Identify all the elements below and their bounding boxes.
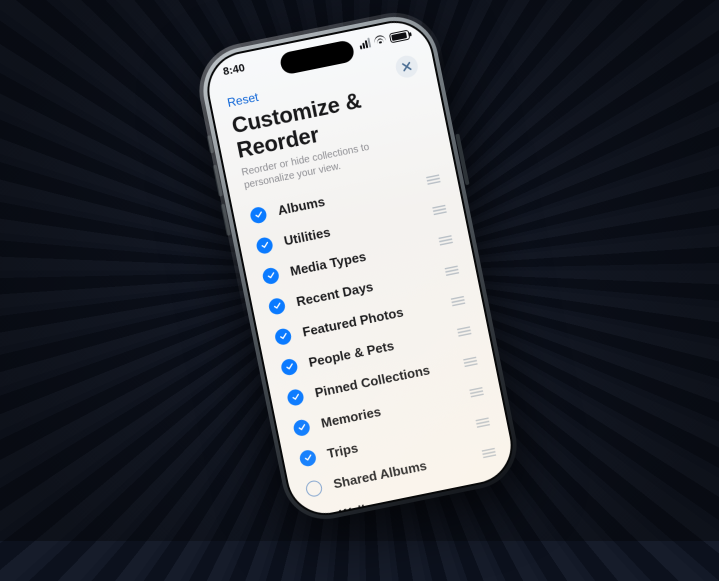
reset-button[interactable]: Reset [226,90,260,110]
checkmark-circle-icon[interactable] [255,236,274,255]
drag-handle-icon[interactable] [462,355,479,368]
drag-handle-icon[interactable] [425,173,442,186]
drag-handle-icon[interactable] [481,446,498,459]
checkmark-circle-icon[interactable] [249,206,268,225]
checkmark-circle-icon[interactable] [280,357,299,376]
collections-list: AlbumsUtilitiesMedia TypesRecent DaysFea… [248,164,508,523]
drag-handle-icon[interactable] [431,203,448,216]
close-icon [401,61,413,73]
battery-icon [389,30,411,44]
checkmark-circle-icon[interactable] [292,418,311,437]
cellular-icon [358,38,371,50]
status-indicators [358,30,410,50]
checkmark-circle-icon[interactable] [267,297,286,316]
drag-handle-icon[interactable] [468,386,485,399]
wifi-icon [373,34,387,46]
checkmark-circle-icon[interactable] [286,388,305,407]
empty-circle-icon[interactable] [305,479,324,498]
status-time: 8:40 [222,62,246,78]
close-button[interactable] [394,54,420,80]
checkmark-circle-icon[interactable] [298,449,317,468]
drag-handle-icon[interactable] [456,325,473,338]
drag-handle-icon[interactable] [450,294,467,307]
checkmark-circle-icon[interactable] [261,266,280,285]
drag-handle-icon[interactable] [474,416,491,429]
checkmark-circle-icon[interactable] [274,327,293,346]
drag-handle-icon[interactable] [443,264,460,277]
drag-handle-icon[interactable] [437,234,454,247]
